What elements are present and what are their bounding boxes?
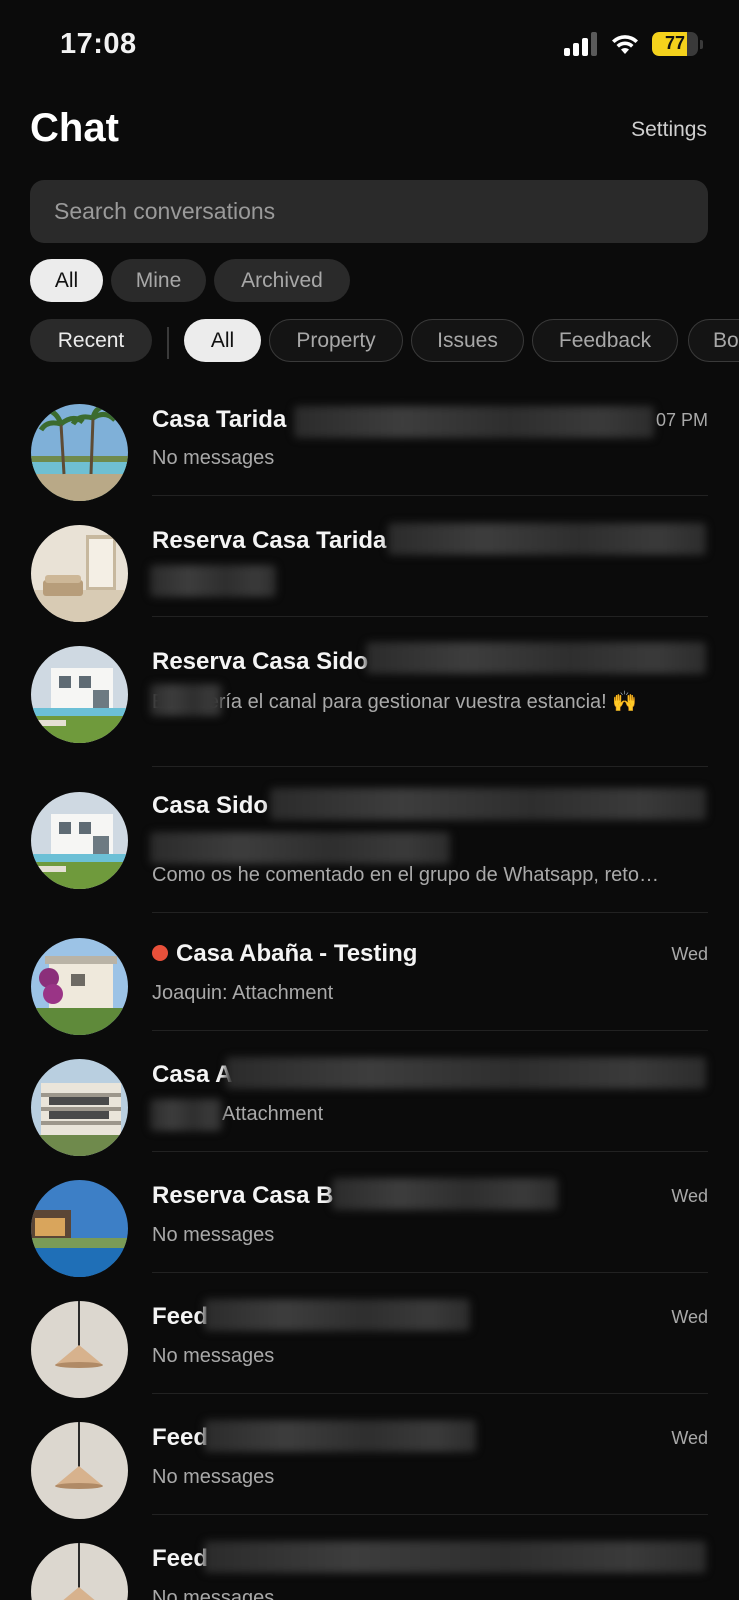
battery-tip <box>700 39 703 49</box>
filter-mine[interactable]: Mine <box>111 259 206 302</box>
cellular-signal-icon <box>564 32 598 56</box>
conversation-time: Wed <box>671 944 708 964</box>
row-divider <box>152 1393 708 1394</box>
conversation-title: Casa A <box>152 1061 233 1088</box>
conversation-title-text: Casa Abaña - Testing <box>176 940 418 967</box>
redacted-text <box>204 1420 476 1452</box>
conversation-time: 07 PM <box>655 410 708 430</box>
conversation-preview: No messages <box>152 1466 275 1488</box>
conversation-title: Feed <box>152 1545 209 1572</box>
conversation-row[interactable]: Reserva Casa B Wed No messages <box>0 1168 739 1278</box>
avatar <box>31 646 128 743</box>
row-divider <box>152 1151 708 1152</box>
unread-dot <box>152 944 168 961</box>
avatar <box>31 1543 128 1600</box>
filter-all[interactable]: All <box>30 259 103 302</box>
category-property[interactable]: Property <box>269 319 403 362</box>
conversation-title: Casa Sido <box>152 792 269 819</box>
category-issues[interactable]: Issues <box>411 319 524 362</box>
conversation-title: Casa Tarida <box>152 406 287 433</box>
redacted-text <box>270 788 706 820</box>
conversation-title: Casa Abaña - Testing <box>152 940 417 968</box>
row-divider <box>152 1514 708 1515</box>
conversation-row[interactable]: Feed No messages <box>0 1531 739 1600</box>
redacted-text <box>150 1099 222 1131</box>
status-bar: 17:08 77 <box>0 0 739 90</box>
settings-button[interactable]: Settings <box>631 118 707 142</box>
conversation-preview: No messages <box>152 1345 275 1367</box>
conversation-time: Wed <box>671 1307 708 1327</box>
conversation-title: Reserva Casa Sido <box>152 648 369 675</box>
avatar <box>31 1180 128 1277</box>
conversation-row[interactable]: Casa Abaña - Testing Wed Joaquin: Attach… <box>0 926 739 1036</box>
conversation-row[interactable]: Casa A Attachment <box>0 1047 739 1157</box>
filter-divider <box>167 327 169 359</box>
conversation-preview: Como os he comentado en el grupo de What… <box>152 864 659 886</box>
redacted-text <box>226 1057 706 1089</box>
avatar <box>31 938 128 1035</box>
conversation-row[interactable]: Casa Tarida 07 PM No messages <box>0 392 739 502</box>
sort-recent-button[interactable]: Recent <box>30 319 152 362</box>
avatar <box>31 1059 128 1156</box>
wifi-icon <box>612 35 638 54</box>
conversation-preview: No messages <box>152 447 275 469</box>
category-all[interactable]: All <box>184 319 261 362</box>
conversation-row[interactable]: Feed Wed No messages <box>0 1289 739 1399</box>
row-divider <box>152 616 708 617</box>
avatar <box>31 525 128 622</box>
row-divider <box>152 1030 708 1031</box>
conversation-preview: Joaquin: Attachment <box>152 982 334 1004</box>
conversation-preview: Attachment <box>222 1103 324 1125</box>
search-input[interactable]: Search conversations <box>30 180 708 243</box>
row-divider <box>152 1272 708 1273</box>
conversation-preview: No messages <box>152 1587 275 1600</box>
conversation-row[interactable]: Reserva Casa Tarida <box>0 513 739 623</box>
conversation-title: Reserva Casa B <box>152 1182 334 1209</box>
avatar <box>31 404 128 501</box>
row-divider <box>152 912 708 913</box>
redacted-text <box>150 565 276 597</box>
redacted-text <box>150 684 222 716</box>
conversation-row[interactable]: Casa Sido Como os he comentado en el gru… <box>0 780 739 910</box>
page-title: Chat <box>30 106 119 150</box>
conversation-row[interactable]: Reserva Casa Sido Este sería el canal pa… <box>0 634 739 764</box>
redacted-text <box>388 523 706 555</box>
avatar <box>31 1422 128 1519</box>
conversation-title: Reserva Casa Tarida <box>152 527 387 554</box>
row-divider <box>152 495 708 496</box>
filter-archived[interactable]: Archived <box>214 259 350 302</box>
search-placeholder: Search conversations <box>54 198 276 224</box>
category-more[interactable]: Bo <box>688 319 739 362</box>
redacted-text <box>332 1178 558 1210</box>
conversation-time: Wed <box>671 1428 708 1448</box>
conversation-preview: No messages <box>152 1224 275 1246</box>
status-time: 17:08 <box>60 28 137 60</box>
redacted-text <box>366 642 706 674</box>
row-divider <box>152 766 708 767</box>
redacted-text <box>204 1541 706 1573</box>
redacted-text <box>294 406 654 438</box>
avatar <box>31 792 128 889</box>
status-icons: 77 <box>564 32 703 56</box>
conversation-title: Feed <box>152 1424 209 1451</box>
avatar <box>31 1301 128 1398</box>
category-feedback[interactable]: Feedback <box>532 319 678 362</box>
battery-icon: 77 <box>652 32 698 56</box>
conversation-title: Feed <box>152 1303 209 1330</box>
conversation-time: Wed <box>671 1186 708 1206</box>
conversation-preview: Este sería el canal para gestionar vuest… <box>152 691 638 713</box>
redacted-text <box>204 1299 470 1331</box>
redacted-text <box>150 832 450 864</box>
conversation-row[interactable]: Feed Wed No messages <box>0 1410 739 1520</box>
battery-percent: 77 <box>664 33 686 53</box>
